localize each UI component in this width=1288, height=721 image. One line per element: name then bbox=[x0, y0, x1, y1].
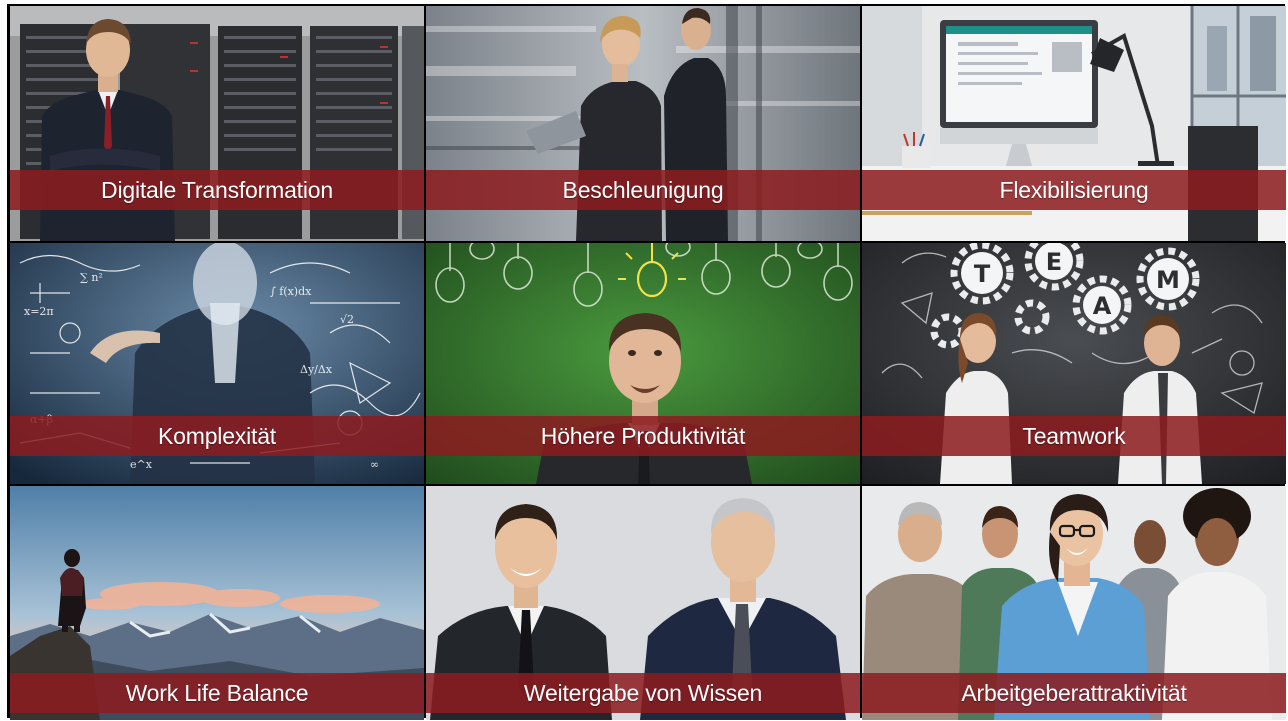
tile-label: Digitale Transformation bbox=[10, 170, 424, 210]
svg-text:Δy/Δx: Δy/Δx bbox=[300, 363, 333, 376]
tile-weitergabe-von-wissen[interactable]: Weitergabe von Wissen bbox=[426, 486, 860, 720]
tile-komplexitaet[interactable]: x=2π∑ n²∫ f(x)dx√2α+βΔy/Δx∞e^x Komplexit… bbox=[10, 243, 424, 484]
tile-beschleunigung[interactable]: Beschleunigung bbox=[426, 6, 860, 241]
tile-flexibilisierung[interactable]: Flexibilisierung bbox=[862, 6, 1286, 241]
svg-text:x=2π: x=2π bbox=[24, 305, 54, 318]
tile-grid-frame: Digitale Transformation Beschleunigung F… bbox=[7, 4, 1286, 720]
svg-text:A: A bbox=[1093, 292, 1112, 320]
svg-text:M: M bbox=[1156, 266, 1180, 294]
tile-work-life-balance[interactable]: Work Life Balance bbox=[10, 486, 424, 720]
tile-label: Höhere Produktivität bbox=[426, 416, 860, 456]
svg-text:√2: √2 bbox=[340, 313, 354, 326]
tile-grid: Digitale Transformation Beschleunigung F… bbox=[10, 6, 1286, 720]
tile-label: Arbeitgeberattraktivität bbox=[862, 673, 1286, 713]
tile-digitale-transformation[interactable]: Digitale Transformation bbox=[10, 6, 424, 241]
tile-teamwork[interactable]: T E A M Teamwork bbox=[862, 243, 1286, 484]
tile-label: Work Life Balance bbox=[10, 673, 424, 713]
tile-arbeitgeberattraktivitaet[interactable]: Arbeitgeberattraktivität bbox=[862, 486, 1286, 720]
tile-label: Weitergabe von Wissen bbox=[426, 673, 860, 713]
tile-label: Beschleunigung bbox=[426, 170, 860, 210]
svg-text:∫ f(x)dx: ∫ f(x)dx bbox=[270, 285, 312, 298]
svg-text:∞: ∞ bbox=[370, 458, 379, 471]
svg-text:E: E bbox=[1046, 248, 1062, 276]
svg-text:∑ n²: ∑ n² bbox=[80, 271, 103, 284]
tile-label: Komplexität bbox=[10, 416, 424, 456]
svg-text:e^x: e^x bbox=[130, 458, 153, 471]
tile-label: Flexibilisierung bbox=[862, 170, 1286, 210]
svg-text:T: T bbox=[974, 260, 991, 288]
tile-hoehere-produktivitaet[interactable]: Höhere Produktivität bbox=[426, 243, 860, 484]
tile-label: Teamwork bbox=[862, 416, 1286, 456]
